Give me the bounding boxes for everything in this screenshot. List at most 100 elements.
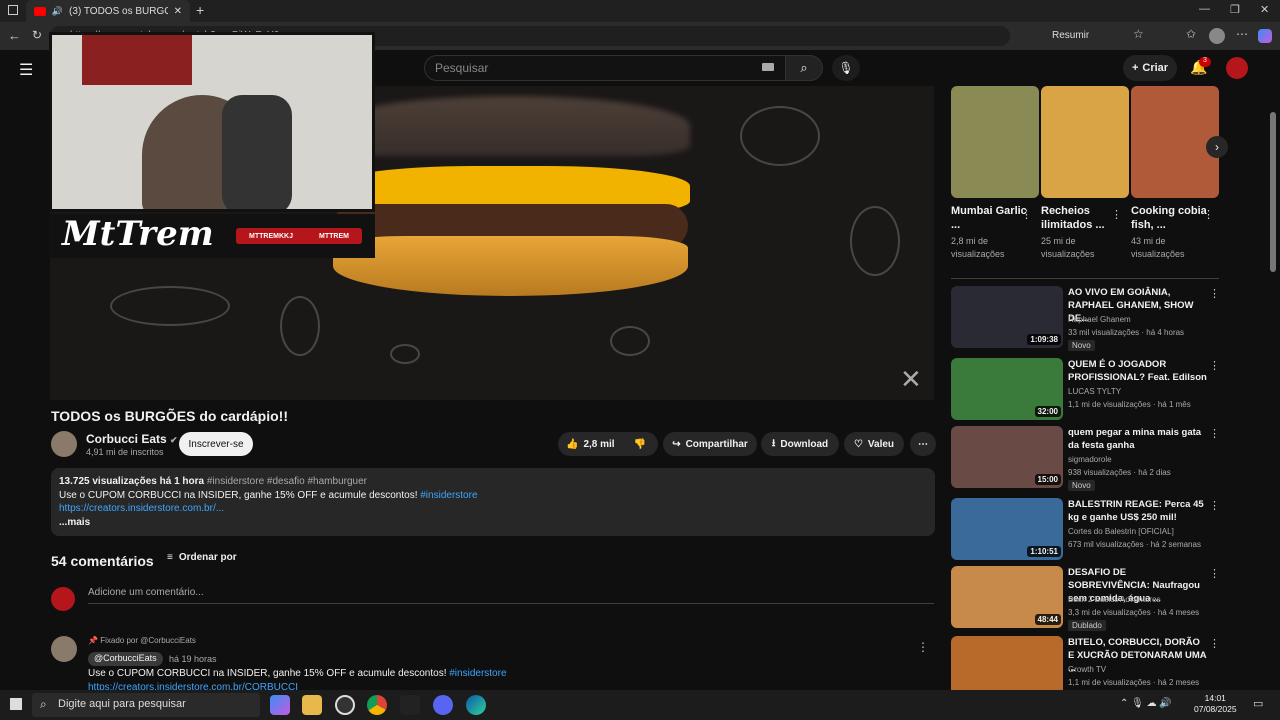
short-more-icon[interactable]: ⋮	[1021, 208, 1032, 221]
share-button[interactable]: ↪ Compartilhar	[663, 432, 757, 456]
voice-search-button[interactable]: 🎙	[832, 55, 860, 81]
related-more-icon[interactable]: ⋮	[1209, 567, 1220, 580]
maximize-icon[interactable]: ❐	[1230, 3, 1240, 16]
short-more-icon[interactable]: ⋮	[1111, 208, 1122, 221]
capcut-icon[interactable]	[400, 695, 420, 715]
close-window-icon[interactable]: ✕	[1260, 3, 1269, 16]
sort-icon: ≡	[167, 552, 173, 563]
description-link[interactable]: https://creators.insiderstore.com.br/...	[59, 502, 927, 516]
search-input[interactable]: Pesquisar	[424, 55, 786, 81]
keyboard-icon[interactable]	[762, 63, 774, 71]
comment-more-icon[interactable]: ⋮	[917, 640, 929, 654]
related-more-icon[interactable]: ⋮	[1209, 499, 1220, 512]
browser-tab[interactable]: 🔊 (3) TODOS os BURGÕES do c... ✕	[26, 0, 190, 22]
short-card[interactable]: Cooking cobia fish, ... 43 mi de visuali…	[1131, 86, 1219, 261]
browser-tab-bar	[0, 0, 1280, 22]
minimize-icon[interactable]: —	[1199, 3, 1210, 15]
subscribe-button[interactable]: Inscrever-se	[179, 432, 253, 456]
short-card[interactable]: Mumbai Garlic ... 2,8 mi de visualizaçõe…	[951, 86, 1039, 261]
related-channel[interactable]: sigmadorole	[1068, 455, 1112, 464]
speaker-icon[interactable]: 🔊	[52, 6, 63, 17]
reload-icon[interactable]: ↻	[32, 28, 42, 42]
chrome-icon[interactable]	[367, 695, 387, 715]
related-more-icon[interactable]: ⋮	[1209, 637, 1220, 650]
comment-avatar[interactable]	[51, 636, 77, 662]
short-thumbnail[interactable]	[1041, 86, 1129, 198]
dislike-button[interactable]: 👎	[634, 439, 646, 450]
close-tab-icon[interactable]: ✕	[174, 6, 182, 17]
video-title: TODOS os BURGÕES do cardápio!!	[51, 408, 288, 424]
related-video[interactable]: 1:10:51 BALESTRIN REAGE: Perca 45 kg e ga…	[951, 498, 1221, 560]
thanks-button[interactable]: ♡ Valeu	[844, 432, 904, 456]
related-more-icon[interactable]: ⋮	[1209, 427, 1220, 440]
channel-avatar[interactable]	[51, 431, 77, 457]
comment-hashtag[interactable]: #insiderstore	[449, 668, 506, 679]
back-icon[interactable]: ←	[8, 28, 21, 43]
taskbar-search-input[interactable]: Digite aqui para pesquisar	[32, 693, 260, 717]
related-video[interactable]: BITELO, CORBUCCI, DORÃO E XUCRÃO DETONAR…	[951, 636, 1221, 698]
search-button[interactable]: ⌕	[785, 55, 823, 81]
discord-icon[interactable]	[433, 695, 453, 715]
download-button[interactable]: ⭳ Download	[761, 432, 839, 456]
related-video[interactable]: 32:00 QUEM É O JOGADOR PROFISSIONAL? Feat…	[951, 358, 1221, 420]
share-icon: ↪	[672, 438, 681, 450]
favorites-icon[interactable]: ✩	[1186, 27, 1196, 41]
related-channel[interactable]: Growth TV	[1068, 665, 1106, 674]
related-thumbnail[interactable]	[951, 636, 1063, 698]
doodle-onion	[390, 344, 420, 364]
related-title[interactable]: QUEM É O JOGADOR PROFISSIONAL? Feat. Edi…	[1068, 358, 1208, 384]
window-menu-icon[interactable]	[8, 5, 18, 15]
related-video[interactable]: 15:00 quem pegar a mina mais gata da fest…	[951, 426, 1221, 491]
show-more-link[interactable]: ...mais	[59, 516, 927, 530]
add-comment-input[interactable]: Adicione um comentário...	[88, 587, 934, 604]
related-more-icon[interactable]: ⋮	[1209, 359, 1220, 372]
related-more-icon[interactable]: ⋮	[1209, 287, 1220, 300]
related-channel[interactable]: Raphael Ghanem	[1068, 315, 1131, 324]
related-video[interactable]: 48:44 DESAFIO DE SOBREVIVÊNCIA: Naufragou…	[951, 566, 1221, 631]
related-video[interactable]: 1:09:38 AO VIVO EM GOIÂNIA, RAPHAEL GHANE…	[951, 286, 1221, 351]
download-icon: ⭳	[771, 437, 776, 449]
comment-time[interactable]: há 19 horas	[169, 654, 217, 664]
related-channel[interactable]: LUCAS TYLTY	[1068, 387, 1121, 396]
related-title[interactable]: BALESTRIN REAGE: Perca 45 kg e ganhe US$…	[1068, 498, 1208, 524]
account-avatar[interactable]	[1226, 57, 1248, 79]
page-scrollbar[interactable]	[1270, 112, 1276, 272]
favorite-star-icon[interactable]: ☆	[1133, 27, 1144, 41]
copilot-taskbar-icon[interactable]	[270, 695, 290, 715]
copilot-icon[interactable]	[1258, 29, 1272, 43]
profile-avatar[interactable]	[1209, 28, 1225, 44]
sort-label: Ordenar por	[178, 552, 237, 563]
related-title[interactable]: quem pegar a mina mais gata da festa gan…	[1068, 426, 1208, 452]
description-hashtag[interactable]: #insiderstore	[420, 490, 477, 501]
obs-icon[interactable]	[335, 695, 355, 715]
new-tab-icon[interactable]: +	[196, 2, 204, 18]
related-channel[interactable]: Back 2 Basics Adventures	[1068, 595, 1161, 604]
summarize-button[interactable]: Resumir	[1052, 30, 1089, 41]
file-explorer-icon[interactable]	[302, 695, 322, 715]
comment-author-handle[interactable]: @CorbucciEats	[88, 652, 163, 666]
close-overlay-icon[interactable]: ✕	[900, 364, 922, 395]
sort-comments-button[interactable]: ≡ Ordenar por	[167, 552, 237, 563]
chevron-right-icon[interactable]: ›	[1206, 136, 1228, 158]
notification-center-icon[interactable]: ▭	[1253, 697, 1263, 710]
system-tray-icons[interactable]: ⌃ 🎙 ☁ 🔊	[1120, 698, 1172, 709]
channel-name[interactable]: Corbucci Eats ✔	[86, 432, 178, 446]
windows-start-icon[interactable]	[10, 698, 22, 710]
more-actions-button[interactable]: ⋯	[910, 432, 936, 456]
edge-icon[interactable]	[466, 695, 486, 715]
thanks-icon: ♡	[853, 438, 863, 450]
short-card[interactable]: Recheios ilimitados ... 25 mi de visuali…	[1041, 86, 1129, 261]
clock-date: 07/08/2025	[1194, 704, 1237, 714]
create-button[interactable]: + Criar	[1123, 55, 1177, 81]
doodle-fries	[110, 286, 230, 326]
taskbar-clock[interactable]: 14:01 07/08/2025	[1194, 693, 1237, 715]
description-box[interactable]: 13.725 visualizações há 1 hora #insiders…	[51, 468, 935, 536]
like-button[interactable]: 👍 2,8 mil	[566, 439, 615, 450]
more-menu-icon[interactable]: ⋯	[1236, 27, 1248, 41]
short-thumbnail[interactable]	[951, 86, 1039, 198]
hamburger-menu-icon[interactable]: ☰	[19, 60, 33, 80]
related-channel[interactable]: Cortes do Balestrin [OFICIAL]	[1068, 527, 1174, 536]
create-label: Criar	[1142, 62, 1169, 74]
short-more-icon[interactable]: ⋮	[1203, 208, 1214, 221]
hashtags[interactable]: #insiderstore #desafio #hamburguer	[207, 476, 367, 487]
